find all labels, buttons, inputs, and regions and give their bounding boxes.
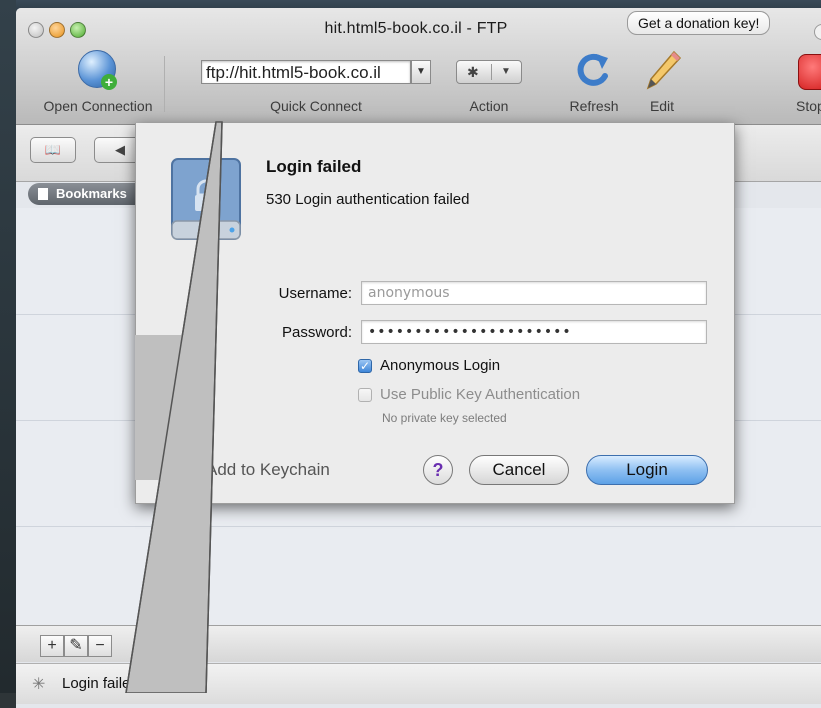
plus-icon: + bbox=[101, 74, 117, 90]
action-button[interactable]: ✱ ▼ bbox=[456, 60, 522, 84]
spinner-icon: ✳ bbox=[32, 676, 46, 693]
help-button[interactable]: ? bbox=[423, 455, 453, 485]
ftp-window: hit.html5-book.co.il - FTP Get a donatio… bbox=[16, 8, 821, 708]
bookmarks-tab-label: Bookmarks bbox=[56, 186, 127, 201]
window-title: hit.html5-book.co.il - FTP bbox=[324, 20, 508, 37]
edit-label[interactable]: Edit bbox=[631, 98, 693, 114]
list-row-divider bbox=[16, 526, 821, 527]
password-label: Password: bbox=[281, 324, 352, 341]
bookmark-actions-bar: + ✎ − bbox=[16, 625, 821, 662]
desktop-frame-left bbox=[0, 0, 16, 693]
window-minimize-button[interactable] bbox=[49, 22, 65, 38]
stop-label[interactable]: Stop bbox=[796, 98, 821, 114]
refresh-label[interactable]: Refresh bbox=[561, 98, 627, 114]
action-separator bbox=[491, 64, 492, 80]
action-label: Action bbox=[469, 98, 509, 114]
edit-bookmark-button[interactable]: ✎ bbox=[64, 635, 88, 657]
quick-connect-input[interactable]: ftp://hit.html5-book.co.il bbox=[201, 60, 411, 84]
public-key-label: Use Public Key Authentication bbox=[380, 386, 581, 403]
anonymous-login-checkbox[interactable]: ✓ bbox=[358, 359, 372, 373]
toolbar: hit.html5-book.co.il - FTP Get a donatio… bbox=[16, 8, 821, 125]
login-button[interactable]: Login bbox=[586, 455, 708, 485]
pencil-icon: ✎ bbox=[69, 637, 83, 654]
dialog-title: Login failed bbox=[266, 157, 362, 176]
window-close-button[interactable] bbox=[28, 22, 44, 38]
quick-connect-label: Quick Connect bbox=[270, 98, 362, 114]
chevron-left-icon: ◀ bbox=[115, 142, 125, 157]
add-to-keychain-label[interactable]: Add to Keychain bbox=[206, 460, 330, 480]
bookmark-icon bbox=[38, 188, 48, 200]
anonymous-login-label[interactable]: Anonymous Login bbox=[380, 357, 500, 374]
stop-icon[interactable] bbox=[798, 54, 821, 90]
public-key-checkbox bbox=[358, 388, 372, 402]
password-field[interactable] bbox=[361, 320, 707, 344]
dialog-message: 530 Login authentication failed bbox=[266, 191, 470, 208]
window-zoom-button[interactable] bbox=[70, 22, 86, 38]
remove-bookmark-button[interactable]: − bbox=[88, 635, 112, 657]
bookmarks-toggle-button[interactable]: 📖 bbox=[30, 137, 76, 163]
chevron-down-icon[interactable]: ▼ bbox=[411, 60, 431, 84]
gear-icon: ✱ bbox=[467, 64, 479, 80]
pencil-icon[interactable] bbox=[642, 48, 684, 94]
add-bookmark-button[interactable]: + bbox=[40, 635, 64, 657]
status-bar: ✳ Login failed bbox=[16, 663, 821, 704]
login-failed-dialog: Login failed 530 Login authentication fa… bbox=[135, 123, 735, 504]
toolbar-toggle-button[interactable] bbox=[814, 24, 821, 40]
disk-icon bbox=[171, 158, 241, 240]
refresh-icon[interactable] bbox=[572, 50, 614, 92]
bookmarks-tab[interactable]: Bookmarks bbox=[28, 183, 148, 205]
donation-key-button[interactable]: Get a donation key! bbox=[627, 11, 771, 35]
cancel-button[interactable]: Cancel bbox=[469, 455, 569, 485]
book-icon: 📖 bbox=[44, 142, 62, 157]
username-label: Username: bbox=[278, 285, 352, 302]
open-connection-label[interactable]: Open Connection bbox=[24, 98, 172, 114]
status-text: Login failed bbox=[62, 675, 139, 692]
username-field[interactable] bbox=[361, 281, 707, 305]
no-private-key-note: No private key selected bbox=[382, 411, 507, 425]
toolbar-separator bbox=[164, 56, 165, 112]
chevron-down-icon: ▼ bbox=[501, 66, 511, 77]
